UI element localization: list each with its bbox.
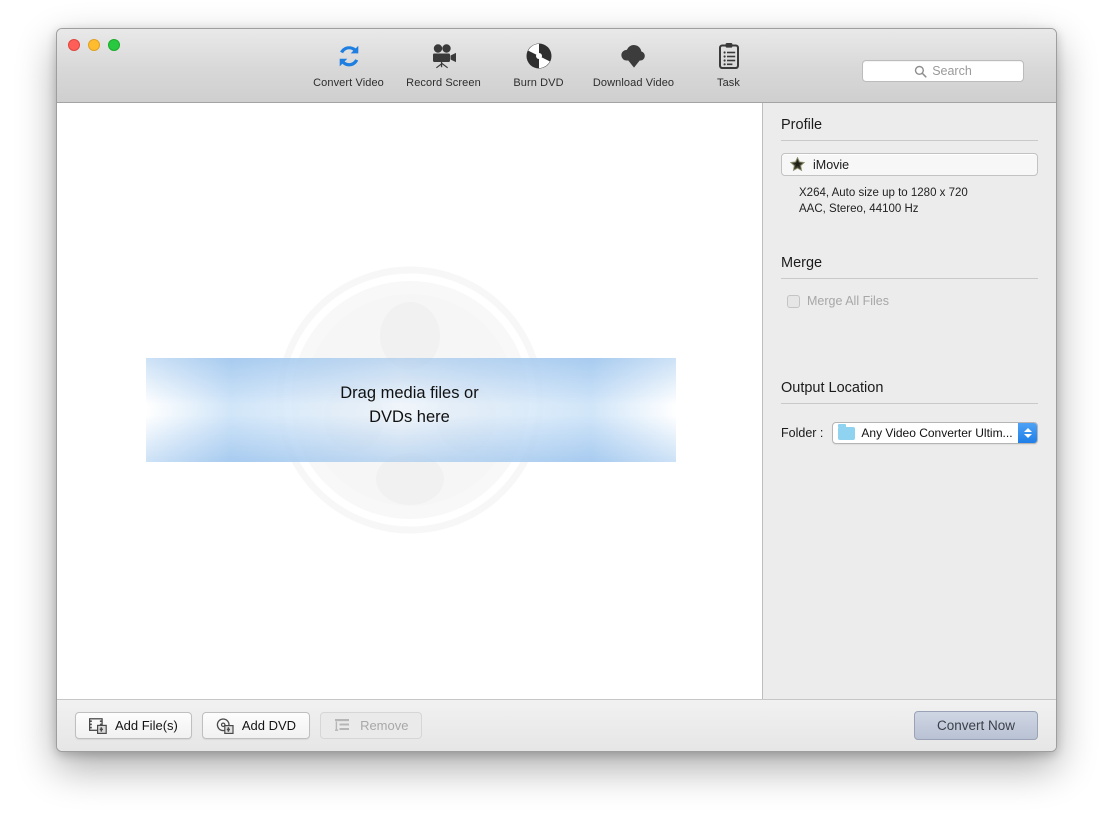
toolbar-item-task[interactable]: Task (681, 35, 776, 89)
merge-section-title: Merge (781, 255, 823, 271)
add-dvd-button[interactable]: Add DVD (201, 712, 311, 739)
media-drop-area[interactable]: Drag media files or DVDs here (57, 103, 763, 730)
profile-divider (781, 140, 1038, 141)
merge-all-files-checkbox[interactable] (787, 294, 800, 308)
output-folder-label: Folder : (781, 426, 824, 440)
remove-button[interactable]: Remove (320, 712, 423, 739)
add-files-button[interactable]: Add File(s) (75, 712, 192, 739)
add-dvd-icon (216, 717, 234, 734)
output-location-section: Output Location Folder : Any Video Conve… (781, 366, 1038, 444)
drop-text-line2: DVDs here (369, 408, 450, 426)
merge-divider (781, 278, 1038, 279)
toolbar-label-task: Task (716, 77, 741, 89)
toolbar-label-record-screen: Record Screen (406, 77, 481, 89)
main-toolbar: Convert Video Record Screen Burn DVD Dow… (301, 35, 776, 89)
profile-section-title: Profile (781, 117, 823, 133)
output-section-title: Output Location (781, 380, 884, 396)
output-folder-value: Any Video Converter Ultim... (861, 426, 1013, 440)
search-placeholder: Search (932, 64, 972, 78)
close-window-button[interactable] (68, 39, 80, 51)
remove-label: Remove (360, 718, 409, 733)
folder-icon (838, 423, 856, 440)
add-files-label: Add File(s) (115, 718, 178, 733)
merge-all-files-label: Merge All Files (807, 294, 889, 308)
minimize-window-button[interactable] (88, 39, 100, 51)
merge-section: Merge Merge All Files (781, 241, 1038, 308)
bottom-toolbar: Add File(s) Add DVD Remove Convert Now (57, 699, 1056, 751)
drop-area-instructions: Drag media files or DVDs here (57, 381, 762, 429)
toolbar-item-burn-dvd[interactable]: Burn DVD (491, 35, 586, 89)
settings-panel: Profile iMovie X264, Auto size up to 128… (763, 103, 1056, 751)
folder-dropdown-stepper[interactable] (1018, 423, 1037, 443)
add-dvd-label: Add DVD (241, 718, 297, 733)
toolbar-label-burn-dvd: Burn DVD (513, 77, 564, 89)
search-icon (914, 65, 927, 78)
application-window: Convert Video Record Screen Burn DVD Dow… (56, 28, 1057, 752)
record-screen-icon (428, 39, 460, 73)
toolbar-item-convert-video[interactable]: Convert Video (301, 35, 396, 89)
convert-video-icon (334, 39, 364, 73)
convert-now-label: Convert Now (936, 718, 1015, 733)
traffic-lights (68, 39, 120, 51)
chevron-down-icon (1023, 434, 1032, 438)
add-files-icon (89, 717, 107, 734)
remove-icon (334, 718, 352, 733)
output-folder-dropdown[interactable]: Any Video Converter Ultim... (832, 422, 1038, 444)
profile-selected-value: iMovie (813, 157, 850, 172)
toolbar-label-download-video: Download Video (592, 77, 675, 89)
output-folder-row: Folder : Any Video Converter Ultim... (781, 422, 1038, 444)
output-divider (781, 403, 1038, 404)
profile-selector[interactable]: iMovie (781, 153, 1038, 176)
chevron-up-icon (1023, 428, 1032, 432)
download-video-icon (618, 39, 650, 73)
profile-audio-spec: AAC, Stereo, 44100 Hz (799, 203, 919, 215)
profile-section: Profile iMovie X264, Auto size up to 128… (781, 103, 1038, 217)
window-body: Drag media files or DVDs here Profile iM… (57, 103, 1056, 751)
merge-all-files-row[interactable]: Merge All Files (781, 294, 1038, 308)
convert-now-button[interactable]: Convert Now (913, 711, 1038, 740)
search-field[interactable]: Search (862, 60, 1024, 82)
burn-dvd-icon (525, 39, 553, 73)
toolbar-label-convert-video: Convert Video (313, 77, 384, 89)
profile-video-spec: X264, Auto size up to 1280 x 720 (799, 187, 968, 199)
toolbar-item-download-video[interactable]: Download Video (586, 35, 681, 89)
maximize-window-button[interactable] (108, 39, 120, 51)
task-icon (717, 39, 741, 73)
profile-description: X264, Auto size up to 1280 x 720 AAC, St… (781, 185, 1038, 217)
imovie-star-icon (790, 157, 805, 172)
drop-text-line1: Drag media files or (340, 384, 479, 402)
toolbar-item-record-screen[interactable]: Record Screen (396, 35, 491, 89)
window-titlebar: Convert Video Record Screen Burn DVD Dow… (57, 29, 1056, 103)
